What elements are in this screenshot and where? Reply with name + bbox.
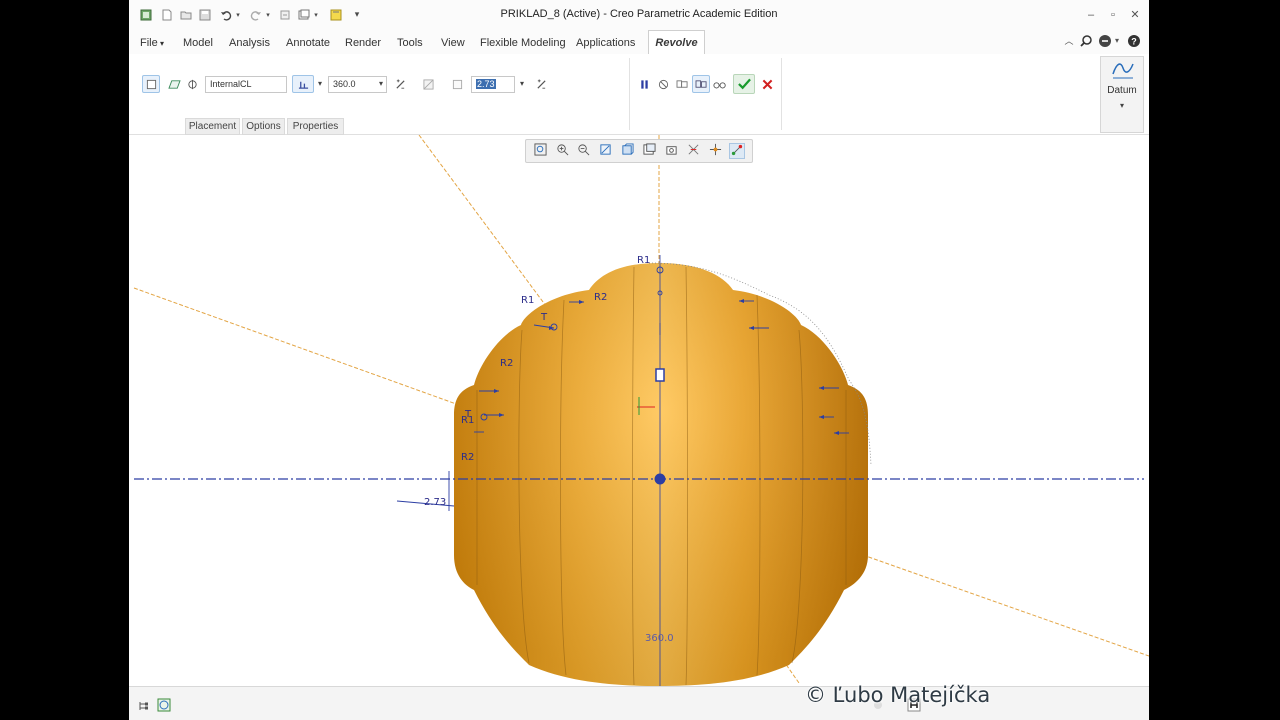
tab-render[interactable]: Render [345,37,381,49]
datum-dropdown-icon: ▾ [1119,101,1124,110]
tab-view[interactable]: View [441,37,465,49]
separator [629,58,630,130]
dim-r2-mid[interactable]: R2 [500,358,513,369]
thickness-field[interactable]: 2.73 [471,76,515,93]
model-tree-toggle-icon[interactable] [138,699,150,711]
no-preview-icon[interactable] [654,75,672,93]
datum-display-icon[interactable] [685,143,701,159]
repaint-icon[interactable] [597,143,613,159]
browser-toggle-icon[interactable] [157,698,171,712]
revolve-dashboard: InternalCL ▾ 360.0 ▾ 2.73 ▾ Placement Op… [129,54,1149,135]
minimize-button[interactable]: – [1084,8,1098,22]
dim-thickness[interactable]: 2.73 [424,497,446,508]
angle-dropdown-icon[interactable]: ▾ [376,76,386,92]
detached-preview-icon[interactable] [692,75,710,93]
tab-model[interactable]: Model [183,37,213,49]
tab-options[interactable]: Options [242,118,285,135]
zoom-out-icon[interactable] [575,143,591,159]
attached-preview-icon[interactable] [673,75,691,93]
dim-r1-top[interactable]: R1 [637,255,650,266]
zoom-in-icon[interactable] [554,143,570,159]
revolve-icon[interactable] [183,75,201,93]
pause-icon[interactable] [635,75,653,93]
thickness-dropdown-icon[interactable]: ▾ [517,76,527,92]
svg-text:T: T [540,312,548,323]
window-title: PRIKLAD_8 (Active) - Creo Parametric Aca… [500,8,778,20]
cancel-icon[interactable] [758,75,776,93]
surface-icon[interactable] [165,75,183,93]
thicken-icon[interactable] [448,75,466,93]
dim-r1-mid[interactable]: R1 [461,415,474,426]
ok-icon[interactable] [733,74,755,94]
tab-analysis[interactable]: Analysis [229,37,270,49]
status-bar [129,686,1149,720]
collapse-ribbon-icon[interactable]: ︿ [1062,34,1076,48]
view-toolbar [525,139,753,163]
tab-applications[interactable]: Applications [576,37,635,49]
tab-flexible-modeling[interactable]: Flexible Modeling [480,37,566,49]
tab-properties[interactable]: Properties [287,118,344,135]
maximize-button[interactable]: ▫ [1106,8,1120,22]
flip-thickness-icon[interactable] [532,75,550,93]
dim-r2-lower[interactable]: R2 [461,452,474,463]
separator [781,58,782,130]
dim-r1-upper[interactable]: R1 [521,295,534,306]
angle-type-dropdown-icon[interactable]: ▾ [315,76,325,92]
saved-views-icon[interactable] [641,143,657,159]
dim-angle[interactable]: 360.0 [645,633,674,644]
svg-text:?: ? [1131,37,1137,47]
remove-material-icon[interactable] [419,75,437,93]
graphics-window[interactable]: T T R1 R1 R2 R2 R1 R2 2.73 360.0 [129,135,1149,686]
annotation-display-icon[interactable] [729,143,745,159]
view-manager-icon[interactable] [663,143,679,159]
tab-tools[interactable]: Tools [397,37,423,49]
ribbon-tab-bar: File Model Analysis Annotate Render Tool… [129,30,1149,55]
ptc-icon[interactable] [1098,34,1112,48]
thickness-value: 2.73 [476,79,496,89]
axis-reference-field[interactable]: InternalCL [205,76,287,93]
display-style-icon[interactable] [619,143,635,159]
creo-window: ▾ ▾ ▾ ▾ PRIKLAD_8 (Active) - Creo Parame… [129,0,1149,720]
angle-type-icon[interactable] [292,75,314,93]
solid-icon[interactable] [142,75,160,93]
help-icon[interactable]: ? [1127,34,1141,48]
watermark: © Ľubo Matejíčka [805,683,991,707]
close-button[interactable]: ✕ [1128,8,1142,22]
verify-icon[interactable] [711,75,729,93]
tab-file[interactable]: File [140,37,164,49]
datum-icon [1112,63,1134,79]
refit-icon[interactable] [532,143,548,159]
spin-center-icon[interactable] [707,143,723,159]
tab-revolve[interactable]: Revolve [648,30,705,54]
tab-placement[interactable]: Placement [185,118,240,135]
search-icon[interactable] [1079,34,1093,48]
dim-r2-upper[interactable]: R2 [594,292,607,303]
model-viewport: T T R1 R1 R2 R2 R1 R2 2.73 360.0 [133,135,1149,686]
ptc-dropdown-icon[interactable]: ▾ [1113,34,1121,48]
datum-label: Datum [1107,85,1137,96]
datum-button[interactable]: Datum ▾ [1100,56,1144,133]
flip-angle-icon[interactable] [391,75,409,93]
title-bar: ▾ ▾ ▾ ▾ PRIKLAD_8 (Active) - Creo Parame… [129,0,1149,30]
tab-annotate[interactable]: Annotate [286,37,330,49]
